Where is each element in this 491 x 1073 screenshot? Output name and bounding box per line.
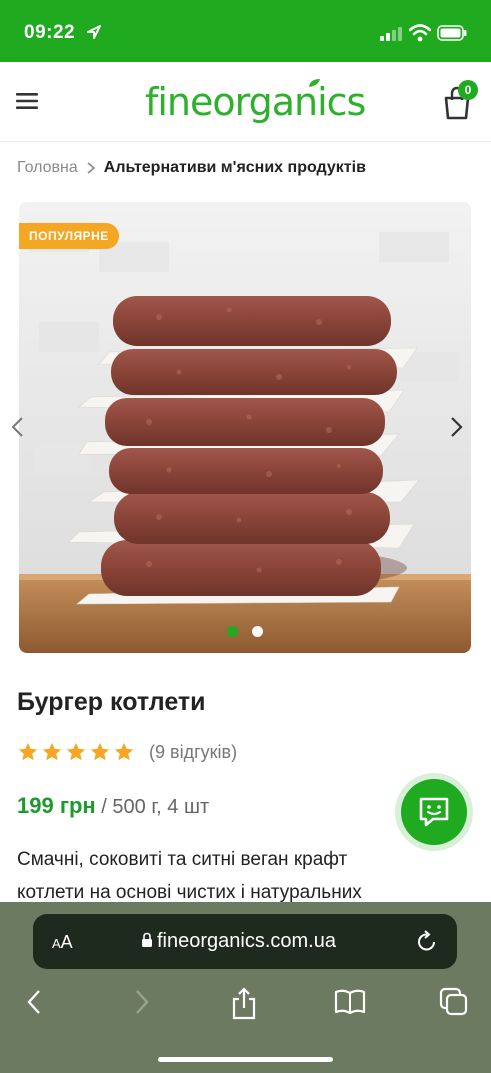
- site-logo[interactable]: fineorganics: [145, 79, 366, 124]
- location-arrow-icon: [87, 25, 101, 39]
- product-rating[interactable]: (9 відгуків): [17, 741, 237, 763]
- site-header: fineorganics 0: [0, 62, 491, 142]
- star-icon: [114, 742, 134, 761]
- product-title: Бургер котлети: [17, 688, 206, 716]
- product-price: 199 грн: [17, 793, 96, 818]
- reload-icon[interactable]: [416, 929, 438, 953]
- chevron-right-icon: [87, 162, 96, 174]
- text-size-button[interactable]: AA: [52, 932, 73, 953]
- browser-toolbar: AA fineorganics.com.ua: [0, 902, 491, 1073]
- logo-leaf-icon: [309, 79, 320, 87]
- address-bar[interactable]: AA fineorganics.com.ua: [33, 914, 457, 969]
- breadcrumb-current: Альтернативи м'ясних продуктів: [103, 159, 366, 176]
- text-size-large-a: A: [60, 932, 73, 952]
- url-text[interactable]: fineorganics.com.ua: [157, 930, 336, 953]
- tabs-icon[interactable]: [439, 987, 469, 1017]
- popular-badge: ПОПУЛЯРНЕ: [19, 223, 119, 249]
- status-time: 09:22: [24, 22, 76, 43]
- text-size-small-a: A: [52, 936, 61, 951]
- product-description: Смачні, соковиті та ситні веган крафт ко…: [17, 849, 362, 903]
- wifi-icon: [409, 24, 431, 42]
- gallery-dot-2[interactable]: [252, 626, 263, 637]
- reviews-count-link[interactable]: (9 відгуків): [149, 742, 237, 763]
- share-icon[interactable]: [230, 987, 258, 1021]
- status-bar: 09:22: [0, 0, 491, 62]
- gallery-dot-1[interactable]: [227, 626, 238, 637]
- logo-text-fine: fine: [145, 80, 213, 124]
- rating-stars: [17, 741, 135, 763]
- product-unit: / 500 г, 4 шт: [95, 796, 210, 818]
- forward-icon[interactable]: [132, 987, 152, 1017]
- bookmarks-icon[interactable]: [333, 987, 367, 1017]
- star-icon: [18, 742, 38, 761]
- breadcrumb-home-link[interactable]: Головна: [17, 159, 78, 177]
- back-icon[interactable]: [24, 987, 44, 1017]
- gallery-next-arrow-icon[interactable]: [446, 415, 466, 439]
- browser-nav-row: [0, 987, 491, 1027]
- price-row: 199 грн / 500 г, 4 шт: [17, 793, 209, 819]
- logo-text-organics: organics: [212, 80, 366, 124]
- chat-smile-icon: [419, 797, 449, 827]
- chat-support-button[interactable]: [401, 779, 467, 845]
- gallery-prev-arrow-icon[interactable]: [8, 415, 28, 439]
- cart-count-badge: 0: [458, 80, 478, 100]
- cellular-signal-icon: [380, 27, 402, 41]
- hamburger-menu-icon[interactable]: [16, 92, 38, 110]
- star-icon: [42, 742, 62, 761]
- star-icon: [90, 742, 110, 761]
- product-photo-burger-patties: [19, 202, 471, 653]
- star-icon: [66, 742, 86, 761]
- product-image-gallery[interactable]: ПОПУЛЯРНЕ: [19, 202, 471, 653]
- home-indicator[interactable]: [158, 1057, 333, 1062]
- gallery-pagination: [227, 626, 263, 637]
- breadcrumb: Головна Альтернативи м'ясних продуктів: [17, 159, 366, 177]
- battery-icon: [437, 25, 467, 41]
- lock-icon: [142, 932, 152, 947]
